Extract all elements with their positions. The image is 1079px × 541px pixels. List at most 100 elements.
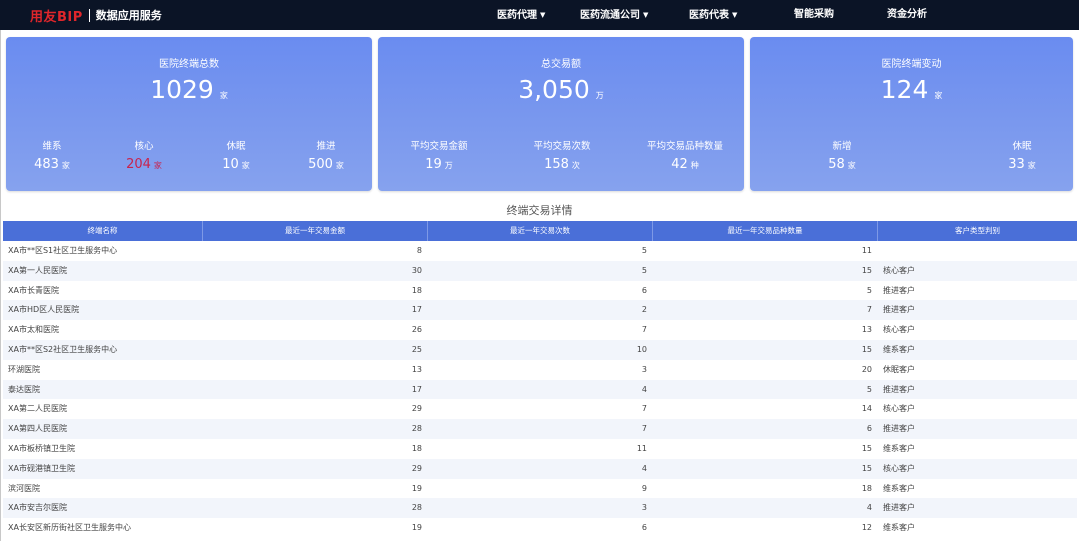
table-row[interactable]: XA市长青医院 18 6 5 推进客户: [3, 280, 1077, 301]
stat-number: 33: [1008, 157, 1025, 172]
table-cell: 6: [866, 424, 872, 434]
table-cell: 25: [411, 344, 422, 354]
table-row[interactable]: 泰达医院 17 4 5 推进客户: [3, 379, 1077, 400]
stat-value: 204 家: [122, 157, 166, 172]
stat-unit: 种: [690, 161, 699, 170]
table-cell: 28: [411, 424, 422, 434]
table-cell: 15: [861, 463, 872, 473]
table-cell: 维系客户: [883, 483, 915, 493]
table-row[interactable]: XA市砚港镇卫生院 29 4 15 核心客户: [3, 458, 1077, 479]
caret-down-icon: ▼: [732, 11, 738, 19]
table-cell: 4: [866, 503, 872, 513]
table-cell: XA市长青医院: [8, 285, 59, 295]
table-cell: 推进客户: [883, 503, 915, 513]
table-cell: 维系客户: [883, 523, 915, 533]
stat-avg-count: 平均交易次数 158 次: [522, 138, 602, 172]
stat-value: 483 家: [30, 157, 74, 172]
table-cell: 11: [861, 246, 872, 255]
table-cell: 滨河医院: [8, 483, 40, 493]
table-row[interactable]: XA第四人民医院 28 7 6 推进客户: [3, 419, 1077, 439]
nav-item-distribution-company[interactable]: 医药流通公司 ▼: [580, 0, 648, 30]
table-cell: 19: [411, 483, 422, 493]
table-cell: 29: [411, 404, 422, 414]
caret-down-icon: ▼: [540, 11, 546, 19]
nav-item-pharma-agent[interactable]: 医药代理 ▼: [497, 0, 545, 30]
table-row[interactable]: XA市**区S1社区卫生服务中心 8 5 11: [3, 241, 1077, 261]
table-cell: 维系客户: [883, 443, 915, 453]
card-title: 总交易额: [541, 59, 581, 70]
table-row[interactable]: XA市板桥镇卫生院 18 11 15 维系客户: [3, 438, 1077, 459]
table-cell: XA市太和医院: [8, 325, 59, 335]
card-hospital-total: 医院终端总数 1029 家 维系 483 家 核心 204 家 休眠 10 家 推进 5…: [6, 37, 372, 191]
table-cell: XA市砚港镇卫生院: [8, 463, 75, 473]
table-cell: 9: [641, 483, 647, 493]
terminal-transactions-table: 终端名称 最近一年交易金额 最近一年交易次数 最近一年交易品种数量 客户类型判别…: [3, 221, 1077, 538]
table-cell: XA市**区S2社区卫生服务中心: [8, 344, 118, 354]
stat-value: 58 家: [822, 157, 862, 172]
table-cell: 12: [861, 523, 872, 533]
card-title: 医院终端总数: [159, 59, 219, 70]
table-cell: 推进客户: [883, 305, 915, 315]
table-cell: 核心客户: [883, 265, 915, 275]
card-hospital-changes: 医院终端变动 124 家 新增 58 家 休眠 33 家: [750, 37, 1073, 191]
table-row[interactable]: XA市太和医院 26 7 13 核心客户: [3, 320, 1077, 340]
table-cell: 7: [641, 404, 647, 414]
nav-item-label: 智能采购: [794, 9, 834, 20]
stat-number: 483: [34, 157, 59, 172]
main-value: 3,050: [518, 75, 590, 104]
table-row[interactable]: XA长安区新历街社区卫生服务中心 19 6 12 维系客户: [3, 518, 1077, 538]
table-cell: 7: [641, 424, 647, 434]
stat-label: 平均交易次数: [533, 141, 591, 152]
nav-item-capital-analysis[interactable]: 资金分析: [887, 0, 927, 30]
table-cell: 11: [636, 443, 647, 453]
table-cell: 26: [411, 325, 422, 335]
table-row[interactable]: XA市**区S2社区卫生服务中心 25 10 15 维系客户: [3, 339, 1077, 360]
stat-unit: 家: [335, 161, 344, 170]
table-row[interactable]: 环湖医院 13 3 20 休眠客户: [3, 359, 1077, 380]
table-cell: 15: [861, 443, 872, 453]
table-cell: 推进客户: [883, 424, 915, 434]
table-row[interactable]: XA市HD区人民医院 17 2 7 推进客户: [3, 300, 1077, 321]
table-cell: XA市**区S1社区卫生服务中心: [8, 246, 118, 255]
table-cell: 核心客户: [883, 325, 915, 335]
table-cell: 13: [861, 325, 872, 335]
column-header[interactable]: 终端名称: [3, 221, 203, 241]
column-header[interactable]: 最近一年交易金额: [203, 221, 428, 241]
stat-number: 204: [126, 157, 151, 172]
card-main-value: 3,050 万: [378, 75, 744, 104]
stat-number: 10: [222, 157, 239, 172]
main-unit: 万: [595, 91, 604, 100]
table-cell: XA第二人民医院: [8, 404, 67, 414]
table-row[interactable]: XA第二人民医院 29 7 14 核心客户: [3, 399, 1077, 420]
stat-label: 推进: [316, 141, 336, 152]
table-row[interactable]: XA市安吉尔医院 28 3 4 推进客户: [3, 498, 1077, 519]
stat-number: 500: [308, 157, 333, 172]
table-cell: 29: [411, 463, 422, 473]
table-cell: 3: [641, 364, 647, 374]
nav-item-smart-purchasing[interactable]: 智能采购: [794, 0, 834, 30]
table-cell: 20: [861, 364, 872, 374]
stat-unit: 万: [444, 161, 453, 170]
stat-unit: 次: [571, 161, 580, 170]
table-row[interactable]: XA第一人民医院 30 5 15 核心客户: [3, 260, 1077, 281]
nav-item-pharma-rep[interactable]: 医药代表 ▼: [689, 0, 737, 30]
table-cell: 19: [411, 523, 422, 533]
table-cell: XA市HD区人民医院: [8, 305, 80, 315]
stat-value: 33 家: [1002, 157, 1042, 172]
stat-number: 158: [544, 157, 569, 172]
stat-unit: 家: [153, 161, 162, 170]
column-header[interactable]: 最近一年交易品种数量: [653, 221, 878, 241]
column-header[interactable]: 最近一年交易次数: [428, 221, 653, 241]
table-cell: 7: [866, 305, 872, 315]
table-row[interactable]: 滨河医院 19 9 18 维系客户: [3, 478, 1077, 499]
stat-unit: 家: [241, 161, 250, 170]
stat-advance: 推进 500 家: [304, 138, 348, 172]
nav-item-label: 医药代理: [497, 10, 537, 21]
stat-core: 核心 204 家: [122, 138, 166, 172]
table-cell: XA第四人民医院: [8, 424, 67, 434]
stat-label: 休眠: [226, 141, 246, 152]
column-header[interactable]: 客户类型判别: [878, 221, 1077, 241]
table-cell: 7: [641, 325, 647, 335]
top-navigation-bar: 用友BIP 数据应用服务 医药代理 ▼ 医药流通公司 ▼ 医药代表 ▼ 智能采购 资金…: [0, 0, 1079, 30]
table-cell: 6: [641, 285, 647, 295]
